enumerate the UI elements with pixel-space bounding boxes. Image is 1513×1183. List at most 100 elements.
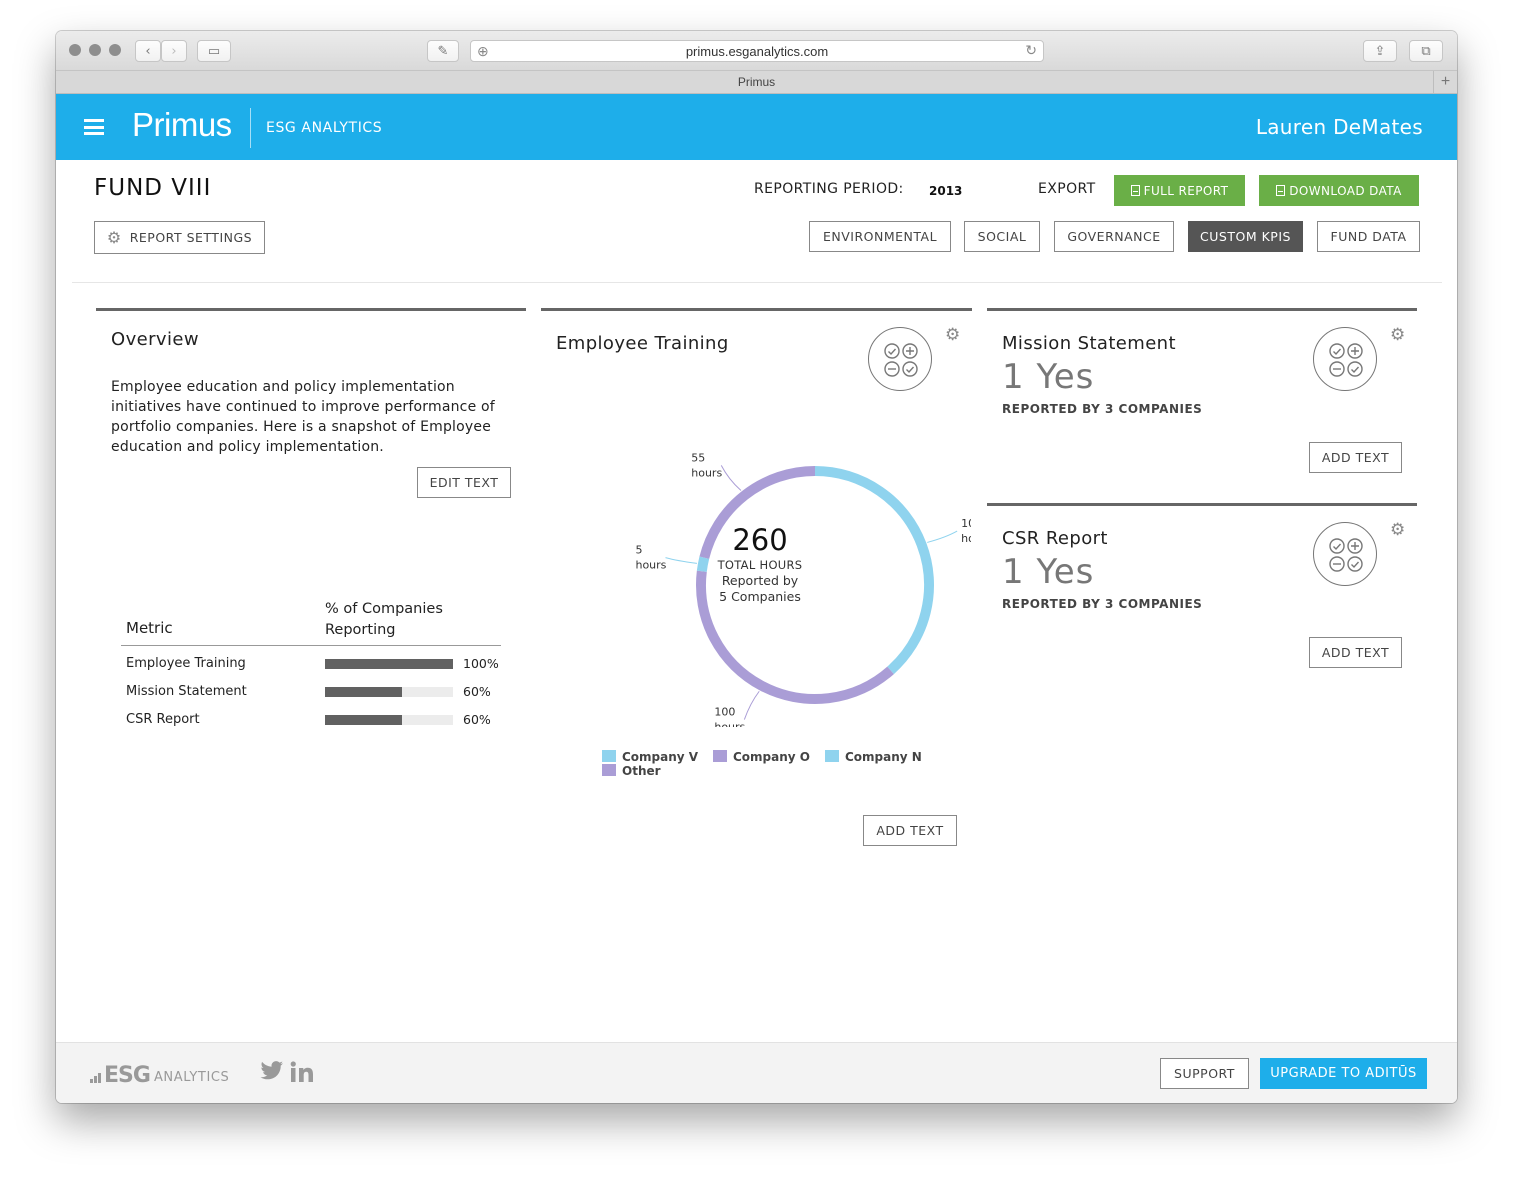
full-report-button[interactable]: FULL REPORT [1114,175,1245,206]
twitter-icon[interactable] [260,1061,284,1081]
new-tab-button[interactable]: + [1433,71,1457,94]
percent-bar [325,687,453,697]
export-label: EXPORT [1038,181,1096,197]
kpi-operations-icon[interactable] [868,327,932,391]
pdf-document-icon [1130,185,1140,196]
tabs-icon: ⧉ [1421,43,1431,59]
share-button[interactable]: ⇪ [1363,40,1397,62]
upgrade-button[interactable]: UPGRADE TO ADITŪS [1260,1058,1427,1089]
mission-statement-reported: REPORTED BY 3 COMPANIES [1002,402,1203,416]
employee-training-title: Employee Training [556,333,729,354]
donut-callout-value: 100 [961,517,971,530]
table-row: Mission Statement 60% [126,684,501,704]
chevron-left-icon: ‹ [145,43,151,59]
header-divider [72,282,1442,283]
donut-total-label: TOTAL HOURS [717,558,803,572]
back-button[interactable]: ‹ [135,40,161,62]
address-bar[interactable]: ⊕ primus.esganalytics.com ↻ [470,40,1044,62]
legend-label: Other [622,764,661,778]
donut-leader-line [743,690,760,720]
browser-toolbar: ‹ › ▭ ✎ ⊕ primus.esganalytics.com ↻ ⇪ ⧉ [56,31,1457,71]
linkedin-icon[interactable] [290,1061,314,1083]
browser-window: ‹ › ▭ ✎ ⊕ primus.esganalytics.com ↻ ⇪ ⧉ … [56,31,1457,1103]
minimize-window-button[interactable] [89,44,101,56]
gear-icon[interactable]: ⚙ [945,327,960,344]
user-name[interactable]: Lauren DeMates [1256,115,1423,139]
legend-label: Company V [622,750,699,764]
chevron-right-icon: › [171,43,177,59]
donut-leader-line [927,530,958,543]
column-header-pct: % of Companies Reporting [325,601,443,638]
legend-swatch [602,750,616,762]
donut-leader-line [665,557,698,564]
report-settings-label: REPORT SETTINGS [129,230,253,245]
csr-report-reported: REPORTED BY 3 COMPANIES [1002,597,1203,611]
sidebar-toggle-button[interactable]: ▭ [197,40,231,62]
download-data-label: DOWNLOAD DATA [1289,183,1402,198]
support-button[interactable]: SUPPORT [1160,1058,1249,1089]
percent-bar-fill [325,715,402,725]
tab-fund-data[interactable]: FUND DATA [1317,221,1420,252]
tab-bar: Primus + [56,71,1457,94]
reporting-period-label: REPORTING PERIOD: [754,181,904,197]
metric-name: CSR Report [126,712,200,727]
legend-label: Company N [845,750,922,764]
training-add-text-button[interactable]: ADD TEXT [863,815,957,846]
mission-statement-value: 1 Yes [1002,357,1095,397]
tab-custom-kpis[interactable]: CUSTOM KPIS [1188,221,1303,252]
legend-swatch [713,750,727,762]
percent-bar-fill [325,659,453,669]
report-settings-button[interactable]: ⚙ REPORT SETTINGS [94,221,265,254]
legend-item: Other [602,764,661,778]
forward-button[interactable]: › [161,40,187,62]
url-text: primus.esganalytics.com [685,43,829,59]
tab-social[interactable]: SOCIAL [964,221,1040,252]
gear-icon[interactable]: ⚙ [1390,327,1405,344]
bars-icon [90,1068,102,1087]
reporting-period-value[interactable]: 2013 [929,184,962,198]
mission-add-text-button[interactable]: ADD TEXT [1309,442,1402,473]
new-tab-icon: ⊕ [477,43,489,59]
donut-total: 260 [732,523,788,557]
csr-report-title: CSR Report [1002,528,1108,549]
tabs-overview-button[interactable]: ⧉ [1409,40,1443,62]
tab-governance[interactable]: GOVERNANCE [1054,221,1174,252]
hamburger-icon[interactable] [84,119,104,135]
gear-icon[interactable]: ⚙ [1390,522,1405,539]
download-data-button[interactable]: DOWNLOAD DATA [1259,175,1419,206]
brand-divider [250,108,251,148]
kpi-operations-icon[interactable] [1313,522,1377,586]
pdf-document-icon [1276,185,1286,196]
zoom-window-button[interactable] [109,44,121,56]
reading-list-button[interactable]: ✎ [427,40,459,62]
percent-bar [325,715,453,725]
footer-logo-esg: ESG [104,1063,151,1088]
kpi-operations-icon[interactable] [1313,327,1377,391]
table-header-divider [121,645,501,646]
donut-callout-unit: hours [635,559,666,572]
reload-icon[interactable]: ↻ [1025,42,1037,59]
tab-environmental[interactable]: ENVIRONMENTAL [809,221,951,252]
table-row: Employee Training 100% [126,656,501,676]
percent-value: 100% [463,656,499,671]
brand-subtitle: ESG ANALYTICS [266,120,383,136]
edit-text-button[interactable]: EDIT TEXT [417,467,511,498]
donut-companies-count: 5 Companies [719,589,801,604]
tab-title[interactable]: Primus [738,75,775,89]
metric-name: Employee Training [126,656,246,671]
donut-slice-company-n[interactable] [814,466,934,675]
column-header-metric: Metric [126,619,173,637]
brand-logo[interactable]: Primus [132,106,232,144]
donut-callout-unit: hours [714,721,745,727]
donut-callout-value: 55 [691,451,705,464]
donut-leader-line [720,465,742,491]
close-window-button[interactable] [69,44,81,56]
legend-item: Company N [825,750,922,764]
esg-analytics-logo[interactable]: ESG ANALYTICS [90,1059,229,1087]
donut-callout-unit: hours [961,532,971,545]
csr-report-value: 1 Yes [1002,552,1095,592]
full-report-label: FULL REPORT [1143,183,1229,198]
percent-value: 60% [463,684,491,699]
metric-name: Mission Statement [126,684,247,699]
csr-add-text-button[interactable]: ADD TEXT [1309,637,1402,668]
